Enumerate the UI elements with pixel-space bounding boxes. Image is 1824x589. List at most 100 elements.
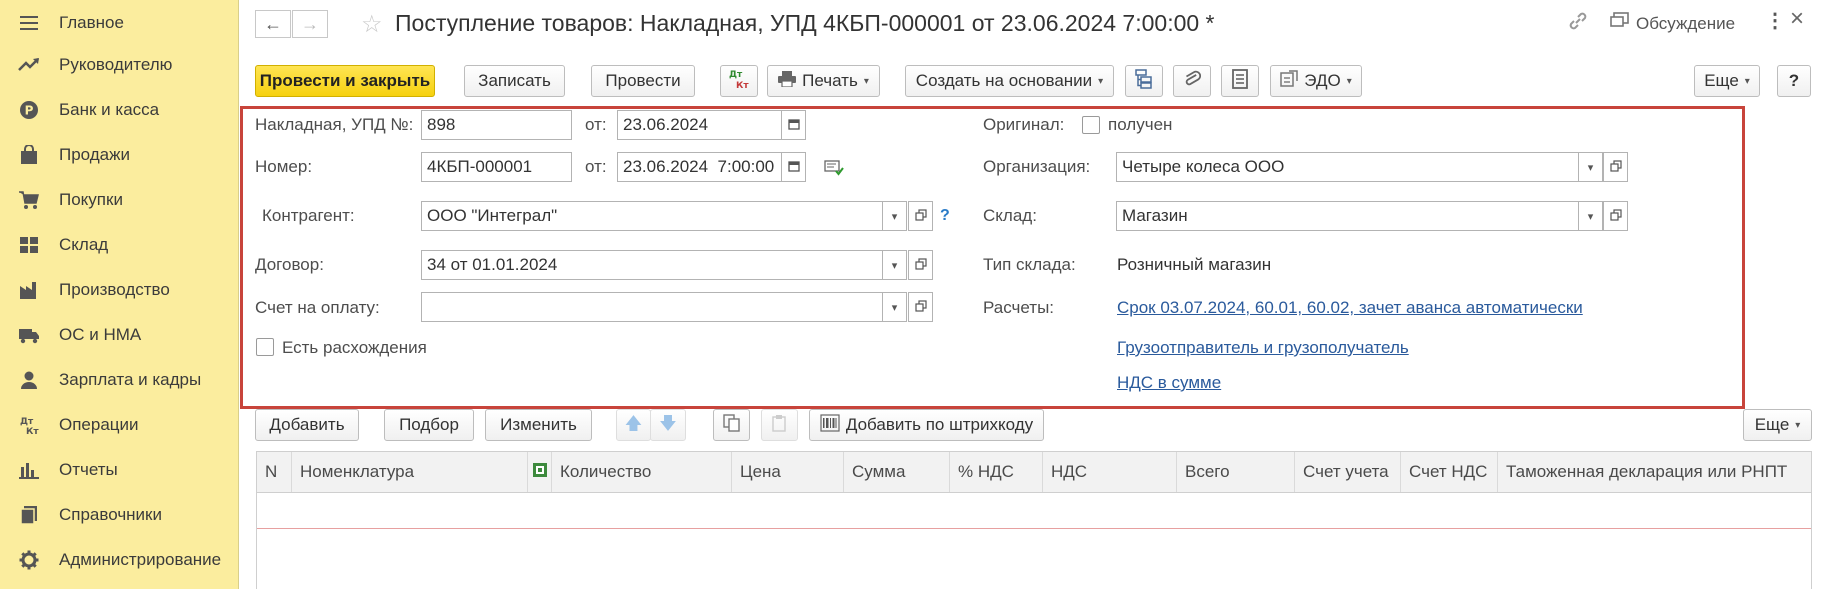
- discussion-label: Обсуждение: [1636, 13, 1736, 33]
- contract-dropdown-button[interactable]: ▾: [882, 250, 907, 280]
- document-list-button[interactable]: [1221, 65, 1259, 97]
- sidebar-item-warehouse[interactable]: Склад: [0, 222, 239, 267]
- pick-button[interactable]: Подбор: [384, 409, 474, 441]
- sidebar-item-label: Отчеты: [59, 459, 118, 479]
- column-header-label: Счет НДС: [1409, 462, 1488, 481]
- table-body[interactable]: [256, 493, 1812, 589]
- sidebar-item-production[interactable]: Производство: [0, 267, 239, 312]
- column-header-quantity[interactable]: Количество: [552, 452, 732, 492]
- help-button[interactable]: ?: [1777, 65, 1811, 97]
- chat-icon: [1610, 12, 1630, 35]
- more-menu-icon[interactable]: ⋮: [1765, 8, 1785, 33]
- column-header-vat[interactable]: НДС: [1043, 452, 1177, 492]
- organization-field[interactable]: Четыре колеса ООО: [1116, 152, 1579, 182]
- column-header-total[interactable]: Всего: [1177, 452, 1295, 492]
- invoice-date-calendar-button[interactable]: [781, 110, 806, 140]
- column-header-n[interactable]: N: [257, 452, 292, 492]
- counterparty-value: ООО "Интеграл": [427, 206, 558, 225]
- create-based-on-button[interactable]: Создать на основании ▾: [905, 65, 1114, 97]
- attachment-button[interactable]: [1173, 65, 1211, 97]
- dt-kt-button[interactable]: Дт Кт: [720, 65, 758, 97]
- back-button[interactable]: ←: [255, 10, 291, 38]
- original-received-checkbox[interactable]: [1082, 116, 1100, 134]
- discrepancies-checkbox[interactable]: [256, 338, 274, 356]
- edit-button[interactable]: Изменить: [485, 409, 592, 441]
- trend-icon: [18, 54, 40, 76]
- discussion-button[interactable]: Обсуждение: [1610, 12, 1735, 35]
- print-button[interactable]: Печать ▾: [767, 65, 880, 97]
- edo-button[interactable]: ЭДО ▾: [1270, 65, 1362, 97]
- structure-button[interactable]: [1125, 65, 1163, 97]
- more-label: Еще: [1704, 71, 1739, 90]
- invoice-date-field[interactable]: 23.06.2024: [617, 110, 783, 140]
- table-header: N Номенклатура Количество Цена Сумма % Н…: [256, 451, 1812, 493]
- document-check-icon[interactable]: [824, 160, 844, 181]
- sidebar-item-reports[interactable]: Отчеты: [0, 447, 239, 492]
- vat-in-amount-link[interactable]: НДС в сумме: [1117, 373, 1221, 393]
- sidebar-item-fixed-assets[interactable]: ОС и НМА: [0, 312, 239, 357]
- paste-button[interactable]: [761, 409, 798, 441]
- chevron-down-icon: ▾: [863, 75, 869, 87]
- move-down-button[interactable]: 🡇: [650, 409, 686, 441]
- column-header-price[interactable]: Цена: [732, 452, 844, 492]
- counterparty-field[interactable]: ООО "Интеграл": [421, 201, 883, 231]
- warehouse-field[interactable]: Магазин: [1116, 201, 1579, 231]
- invoice-number-field[interactable]: 898: [421, 110, 572, 140]
- counterparty-dropdown-button[interactable]: ▾: [882, 201, 907, 231]
- number-date-value: 23.06.2024 7:00:00: [623, 157, 775, 176]
- column-header-vat-rate[interactable]: % НДС: [950, 452, 1043, 492]
- more-button[interactable]: Еще ▾: [1694, 65, 1760, 97]
- arrow-up-icon: 🡅: [624, 413, 643, 433]
- link-icon[interactable]: [1567, 10, 1589, 32]
- save-label: Записать: [478, 71, 551, 90]
- shipper-consignee-link[interactable]: Грузоотправитель и грузополучатель: [1117, 338, 1409, 358]
- sidebar-item-main[interactable]: Главное: [0, 0, 239, 45]
- settlements-link[interactable]: Срок 03.07.2024, 60.01, 60.02, зачет ава…: [1117, 298, 1583, 318]
- number-date-calendar-button[interactable]: [781, 152, 806, 182]
- add-row-button[interactable]: Добавить: [255, 409, 359, 441]
- organization-dropdown-button[interactable]: ▾: [1578, 152, 1603, 182]
- sidebar-item-references[interactable]: Справочники: [0, 492, 239, 537]
- favorite-star-icon[interactable]: ☆: [361, 10, 383, 39]
- column-header-nomenclature[interactable]: Номенклатура: [292, 452, 528, 492]
- sidebar-item-sales[interactable]: Продажи: [0, 132, 239, 177]
- sidebar-item-admin[interactable]: Администрирование: [0, 537, 239, 582]
- close-icon[interactable]: ×: [1790, 5, 1804, 33]
- forward-button[interactable]: →: [292, 10, 328, 38]
- post-and-close-label: Провести и закрыть: [259, 71, 431, 90]
- copy-row-button[interactable]: [713, 409, 750, 441]
- sidebar-item-operations[interactable]: Дт Кт Операции: [0, 402, 239, 447]
- sidebar-item-bank[interactable]: P Банк и касса: [0, 87, 239, 132]
- column-header-customs-declaration[interactable]: Таможенная декларация или РНПТ: [1498, 452, 1811, 492]
- sidebar-item-director[interactable]: Руководителю: [0, 42, 239, 87]
- post-button[interactable]: Провести: [591, 65, 695, 97]
- number-date-field[interactable]: 23.06.2024 7:00:00: [617, 152, 783, 182]
- warehouse-open-button[interactable]: [1603, 201, 1628, 231]
- organization-open-button[interactable]: [1603, 152, 1628, 182]
- save-button[interactable]: Записать: [464, 65, 565, 97]
- warehouse-dropdown-button[interactable]: ▾: [1578, 201, 1603, 231]
- number-field[interactable]: 4КБП-000001: [421, 152, 572, 182]
- column-header-account[interactable]: Счет учета: [1295, 452, 1401, 492]
- payment-invoice-field[interactable]: [421, 292, 883, 322]
- counterparty-help-icon[interactable]: ?: [940, 207, 950, 225]
- column-header-vat-account[interactable]: Счет НДС: [1401, 452, 1498, 492]
- sidebar-item-label: Банк и касса: [59, 99, 160, 119]
- payment-invoice-dropdown-button[interactable]: ▾: [882, 292, 907, 322]
- sidebar-item-salary[interactable]: Зарплата и кадры: [0, 357, 239, 402]
- document-icon: [1232, 68, 1248, 94]
- column-header-amount[interactable]: Сумма: [844, 452, 950, 492]
- payment-invoice-open-button[interactable]: [908, 292, 933, 322]
- move-up-button[interactable]: 🡅: [616, 409, 651, 441]
- invoice-number-label: Накладная, УПД №:: [255, 115, 414, 134]
- counterparty-open-button[interactable]: [908, 201, 933, 231]
- table-more-button[interactable]: Еще ▾: [1743, 409, 1812, 441]
- calendar-icon: [787, 118, 800, 133]
- table-row[interactable]: [257, 493, 1811, 529]
- sidebar-item-purchases[interactable]: Покупки: [0, 177, 239, 222]
- post-and-close-button[interactable]: Провести и закрыть: [255, 65, 435, 97]
- column-header-spreadsheet-icon-cell[interactable]: [528, 452, 552, 492]
- add-by-barcode-button[interactable]: Добавить по штрихкоду: [809, 409, 1044, 441]
- contract-open-button[interactable]: [908, 250, 933, 280]
- contract-field[interactable]: 34 от 01.01.2024: [421, 250, 883, 280]
